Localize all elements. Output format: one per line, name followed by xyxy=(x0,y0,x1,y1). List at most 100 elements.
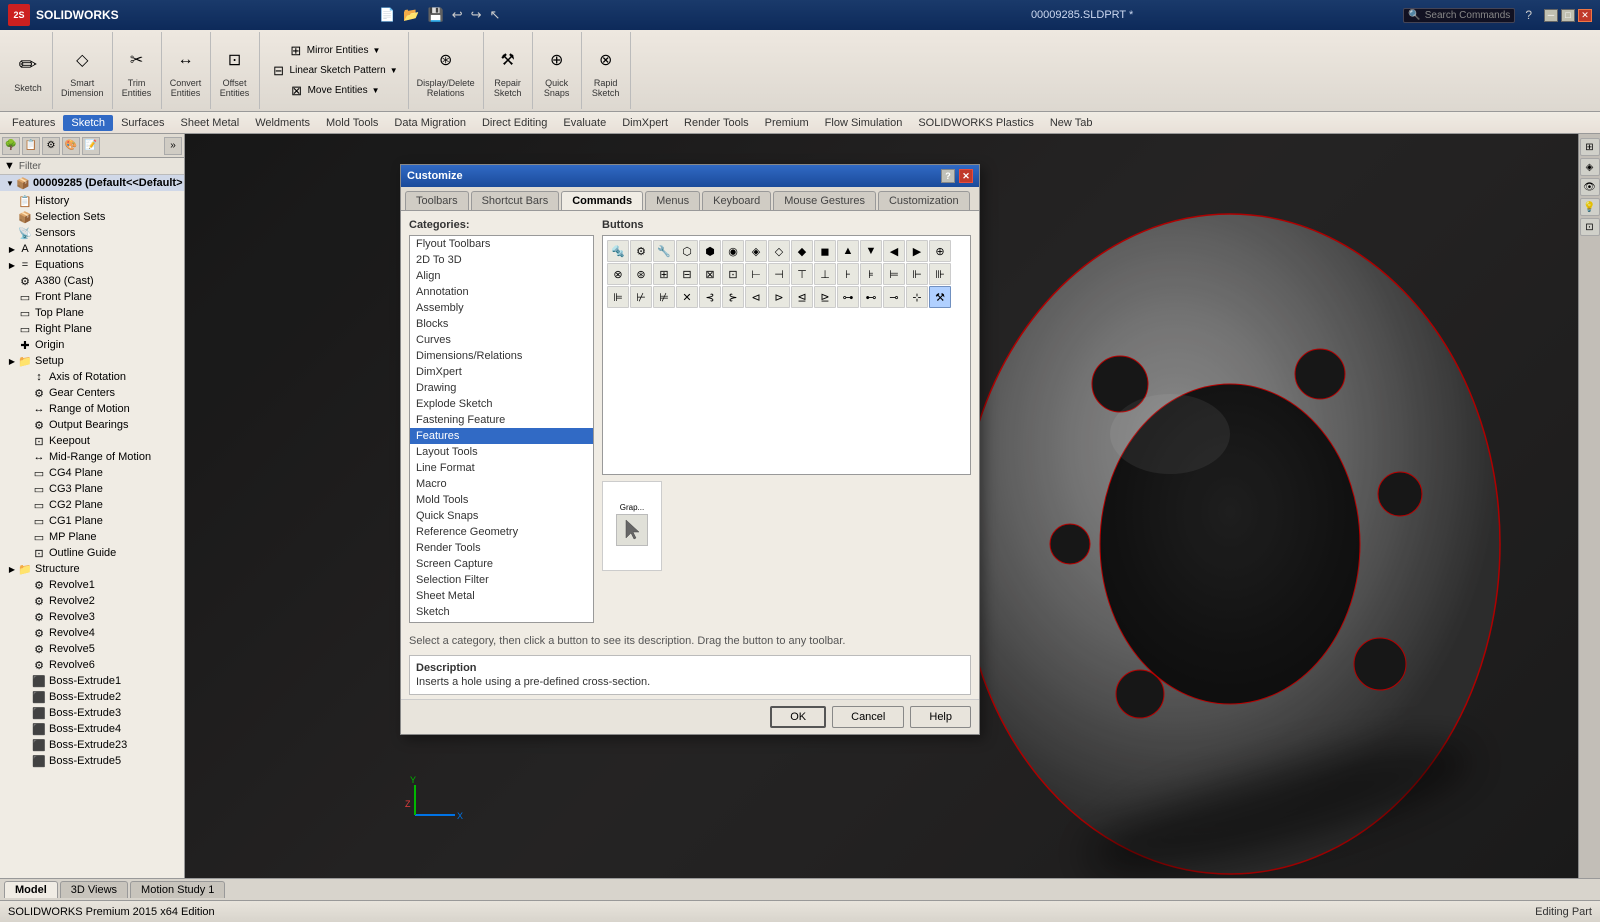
btn-2[interactable]: ⚙ xyxy=(630,240,652,262)
quick-snaps-button[interactable]: ⊕ QuickSnaps xyxy=(537,41,577,101)
smart-dimension-button[interactable]: ◇ SmartDimension xyxy=(57,41,108,101)
btn-31[interactable]: ⊫ xyxy=(607,286,629,308)
tab-customization[interactable]: Customization xyxy=(878,191,970,210)
btn-19[interactable]: ⊟ xyxy=(676,263,698,285)
btn-18[interactable]: ⊞ xyxy=(653,263,675,285)
category-screen-capture[interactable]: Screen Capture xyxy=(410,556,593,572)
tree-item-output-bearings[interactable]: ⚙ Output Bearings xyxy=(0,417,184,433)
btn-34[interactable]: ✕ xyxy=(676,286,698,308)
help-button[interactable]: Help xyxy=(910,706,971,728)
tree-item-axis-of-rotation[interactable]: ↕ Axis of Rotation xyxy=(0,369,184,385)
btn-26[interactable]: ⊦ xyxy=(837,263,859,285)
redo-icon[interactable]: ↪ xyxy=(471,7,482,23)
offset-entities-button[interactable]: ⊡ OffsetEntities xyxy=(215,41,255,101)
category-curves[interactable]: Curves xyxy=(410,332,593,348)
btn-5[interactable]: ⬢ xyxy=(699,240,721,262)
category-quick-snaps[interactable]: Quick Snaps xyxy=(410,508,593,524)
category-mold-tools[interactable]: Mold Tools xyxy=(410,492,593,508)
btn-29[interactable]: ⊩ xyxy=(906,263,928,285)
tree-item-annotations[interactable]: ▶ A Annotations xyxy=(0,241,184,257)
menu-new-tab[interactable]: New Tab xyxy=(1042,115,1101,131)
category-dimensions/relations[interactable]: Dimensions/Relations xyxy=(410,348,593,364)
menu-sw-plastics[interactable]: SOLIDWORKS Plastics xyxy=(910,115,1042,131)
btn-24[interactable]: ⊤ xyxy=(791,263,813,285)
btn-30[interactable]: ⊪ xyxy=(929,263,951,285)
btn-8[interactable]: ◇ xyxy=(768,240,790,262)
category-dimxpert[interactable]: DimXpert xyxy=(410,364,593,380)
btn-40[interactable]: ⊵ xyxy=(814,286,836,308)
menu-render-tools[interactable]: Render Tools xyxy=(676,115,757,131)
tree-item-boss-extrude5[interactable]: ⬛ Boss-Extrude5 xyxy=(0,753,184,769)
btn-27[interactable]: ⊧ xyxy=(860,263,882,285)
trim-entities-button[interactable]: ✂ TrimEntities xyxy=(117,41,157,101)
btn-11[interactable]: ▲ xyxy=(837,240,859,262)
mirror-entities-button[interactable]: ⊞ Mirror Entities ▼ xyxy=(283,41,385,61)
search-placeholder[interactable]: Search Commands xyxy=(1425,10,1511,21)
minimize-btn[interactable]: ─ xyxy=(1544,9,1558,22)
tree-item-revolve3[interactable]: ⚙ Revolve3 xyxy=(0,609,184,625)
convert-entities-button[interactable]: ↔ ConvertEntities xyxy=(166,41,206,101)
menu-evaluate[interactable]: Evaluate xyxy=(555,115,614,131)
btn-32[interactable]: ⊬ xyxy=(630,286,652,308)
btn-6[interactable]: ◉ xyxy=(722,240,744,262)
category-solidworks-mbd[interactable]: SOLIDWORKS MBD xyxy=(410,620,593,623)
category-macro[interactable]: Macro xyxy=(410,476,593,492)
tab-shortcut-bars[interactable]: Shortcut Bars xyxy=(471,191,560,210)
tree-item-structure[interactable]: ▶ 📁 Structure xyxy=(0,561,184,577)
btn-35[interactable]: ⊰ xyxy=(699,286,721,308)
tree-item-setup[interactable]: ▶ 📁 Setup xyxy=(0,353,184,369)
category-sketch[interactable]: Sketch xyxy=(410,604,593,620)
btn-12[interactable]: ▼ xyxy=(860,240,882,262)
tree-item-revolve1[interactable]: ⚙ Revolve1 xyxy=(0,577,184,593)
tree-item-boss-extrude23[interactable]: ⬛ Boss-Extrude23 xyxy=(0,737,184,753)
tree-item-outline-guide[interactable]: ⊡ Outline Guide xyxy=(0,545,184,561)
tree-item-boss-extrude4[interactable]: ⬛ Boss-Extrude4 xyxy=(0,721,184,737)
tree-item-selection-sets[interactable]: 📦 Selection Sets xyxy=(0,209,184,225)
linear-pattern-dropdown-icon[interactable]: ▼ xyxy=(390,66,398,75)
btn-38[interactable]: ⊳ xyxy=(768,286,790,308)
menu-mold-tools[interactable]: Mold Tools xyxy=(318,115,386,131)
btn-33[interactable]: ⊭ xyxy=(653,286,675,308)
btn-42[interactable]: ⊷ xyxy=(860,286,882,308)
linear-pattern-button[interactable]: ⊟ Linear Sketch Pattern ▼ xyxy=(266,61,402,81)
tree-item-gear-centers[interactable]: ⚙ Gear Centers xyxy=(0,385,184,401)
appearance-tab[interactable]: 🎨 xyxy=(62,137,80,155)
btn-4[interactable]: ⬡ xyxy=(676,240,698,262)
tab-toolbars[interactable]: Toolbars xyxy=(405,191,469,210)
tree-expander[interactable]: ▶ xyxy=(6,355,18,367)
help-icon[interactable]: ? xyxy=(1525,8,1532,22)
category-line-format[interactable]: Line Format xyxy=(410,460,593,476)
btn-39[interactable]: ⊴ xyxy=(791,286,813,308)
btn-16[interactable]: ⊗ xyxy=(607,263,629,285)
select-icon[interactable]: ↖ xyxy=(490,7,501,23)
dialog-close-btn[interactable]: ✕ xyxy=(959,169,973,183)
save-icon[interactable]: 💾 xyxy=(428,7,444,23)
rapid-sketch-button[interactable]: ⊗ RapidSketch xyxy=(586,41,626,101)
tree-item-revolve5[interactable]: ⚙ Revolve5 xyxy=(0,641,184,657)
tree-item-revolve2[interactable]: ⚙ Revolve2 xyxy=(0,593,184,609)
category-features[interactable]: Features xyxy=(410,428,593,444)
category-flyout-toolbars[interactable]: Flyout Toolbars xyxy=(410,236,593,252)
menu-sketch[interactable]: Sketch xyxy=(63,115,113,131)
feature-tree-tab[interactable]: 🌳 xyxy=(2,137,20,155)
tree-item-keepout[interactable]: ⊡ Keepout xyxy=(0,433,184,449)
btn-37[interactable]: ⊲ xyxy=(745,286,767,308)
category-render-tools[interactable]: Render Tools xyxy=(410,540,593,556)
btn-43[interactable]: ⊸ xyxy=(883,286,905,308)
btn-21[interactable]: ⊡ xyxy=(722,263,744,285)
tree-item-boss-extrude3[interactable]: ⬛ Boss-Extrude3 xyxy=(0,705,184,721)
dialog-help-btn[interactable]: ? xyxy=(941,169,955,183)
btn-10[interactable]: ◼ xyxy=(814,240,836,262)
btn-1[interactable]: 🔩 xyxy=(607,240,629,262)
btn-17[interactable]: ⊛ xyxy=(630,263,652,285)
ok-button[interactable]: OK xyxy=(770,706,826,728)
new-icon[interactable]: 📄 xyxy=(379,7,395,23)
repair-sketch-button[interactable]: ⚒ RepairSketch xyxy=(488,41,528,101)
tree-item-a380-(cast)[interactable]: ⚙ A380 (Cast) xyxy=(0,273,184,289)
category-drawing[interactable]: Drawing xyxy=(410,380,593,396)
category-blocks[interactable]: Blocks xyxy=(410,316,593,332)
custom-props-tab[interactable]: 📝 xyxy=(82,137,100,155)
display-delete-button[interactable]: ⊛ Display/DeleteRelations xyxy=(413,41,479,101)
tree-item-cg4-plane[interactable]: ▭ CG4 Plane xyxy=(0,465,184,481)
root-expander[interactable]: ▼ xyxy=(4,177,16,189)
